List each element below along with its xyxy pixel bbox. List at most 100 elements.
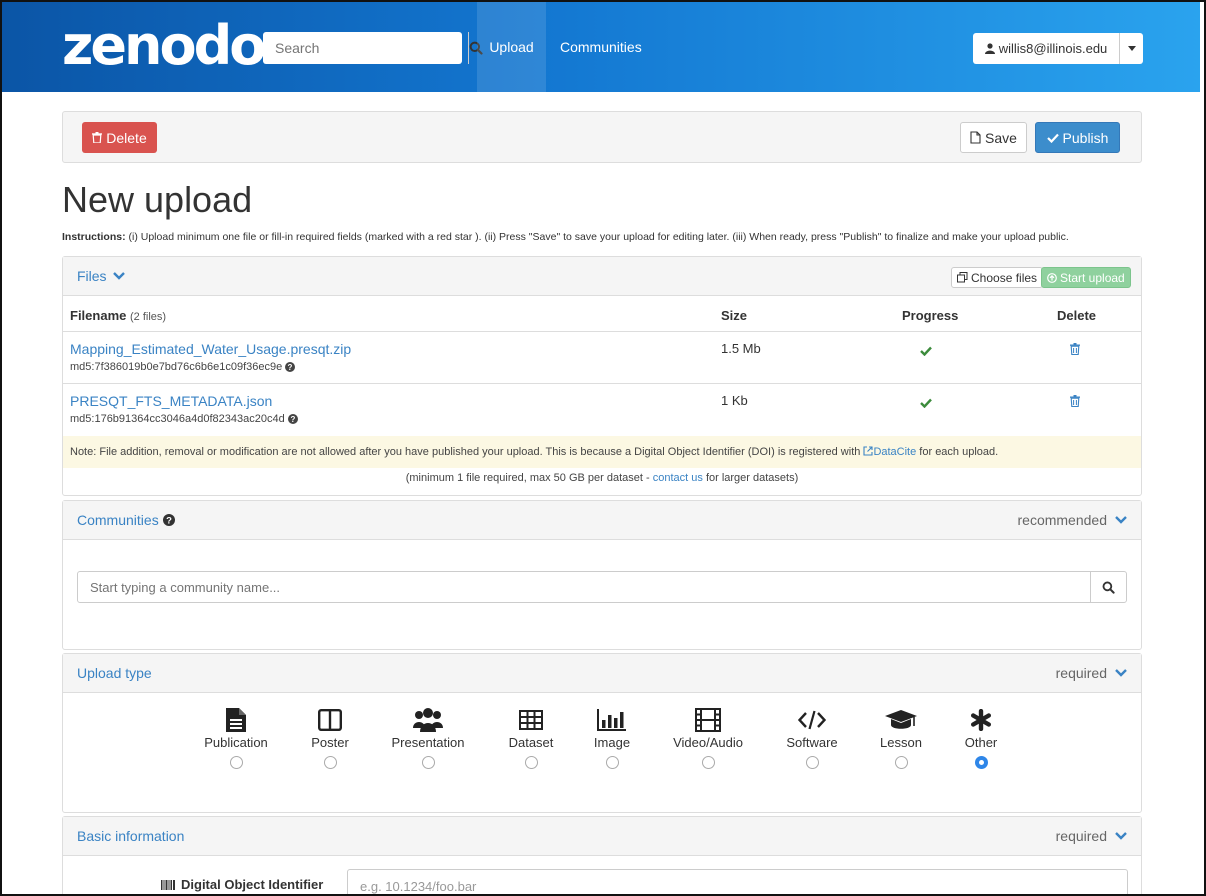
type-option-software[interactable]: Software <box>767 706 857 769</box>
col-filename: Filename (2 files) <box>70 308 166 323</box>
users-icon <box>413 708 443 732</box>
doi-note: Note: File addition, removal or modifica… <box>63 436 1141 468</box>
type-radio[interactable] <box>323 756 337 769</box>
community-search-input[interactable] <box>78 572 1090 602</box>
delete-file-icon[interactable] <box>1070 394 1080 412</box>
user-menu[interactable]: willis8@illinois.edu <box>973 33 1143 64</box>
caret-down-icon <box>1127 46 1136 51</box>
file-name-link[interactable]: PRESQT_FTS_METADATA.json <box>70 393 272 409</box>
contact-us-link[interactable]: contact us <box>653 472 703 484</box>
trash-icon <box>92 132 103 143</box>
type-label: Software <box>786 735 838 750</box>
type-option-presentation[interactable]: Presentation <box>383 706 473 769</box>
publish-label: Publish <box>1062 129 1109 146</box>
type-radio[interactable] <box>805 756 819 769</box>
file-name-link[interactable]: Mapping_Estimated_Water_Usage.presqt.zip <box>70 341 351 357</box>
user-email: willis8@illinois.edu <box>998 41 1108 56</box>
chevron-down-icon <box>112 272 125 280</box>
communities-heading-label: Communities <box>77 512 159 528</box>
type-radio-selected[interactable] <box>974 756 988 769</box>
type-option-dataset[interactable]: Dataset <box>486 706 576 769</box>
communities-status: recommended <box>1017 512 1108 528</box>
type-option-image[interactable]: Image <box>567 706 657 769</box>
type-label: Video/Audio <box>673 735 743 750</box>
type-radio[interactable] <box>701 756 715 769</box>
upload-type-toggle[interactable]: required <box>1056 665 1127 681</box>
choose-files-label: Choose files <box>971 270 1038 285</box>
type-option-video-audio[interactable]: Video/Audio <box>663 706 753 769</box>
divider <box>63 331 1141 332</box>
delete-label: Delete <box>106 129 147 146</box>
type-radio[interactable] <box>421 756 435 769</box>
file-checksum: md5:7f386019b0e7bd76c6b6e1c09f36ec9e ? <box>70 361 296 373</box>
delete-button[interactable]: Delete <box>82 122 157 153</box>
col-delete: Delete <box>1057 308 1097 323</box>
question-circle-icon[interactable]: ? <box>287 414 298 424</box>
graduation-cap-icon <box>885 710 917 729</box>
type-radio[interactable] <box>605 756 619 769</box>
type-option-lesson[interactable]: Lesson <box>856 706 946 769</box>
basic-information-panel-header: Basic information required <box>63 817 1141 856</box>
external-link-icon <box>863 446 873 456</box>
save-button[interactable]: Save <box>960 122 1027 153</box>
code-icon <box>798 710 826 730</box>
user-dropdown-toggle[interactable] <box>1120 33 1143 64</box>
file-md5: md5:176b91364cc3046a4d0f82343ac20c4d <box>70 413 285 425</box>
datacite-link[interactable]: DataCite <box>873 446 916 458</box>
col-progress: Progress <box>902 308 959 323</box>
file-size: 1.5 Mb <box>721 341 761 356</box>
search-box <box>263 32 483 64</box>
file-checksum: md5:176b91364cc3046a4d0f82343ac20c4d ? <box>70 413 298 425</box>
community-search-button[interactable] <box>1090 572 1126 602</box>
nav-upload-link[interactable]: Upload <box>477 2 546 92</box>
barcode-icon <box>161 879 175 890</box>
type-radio[interactable] <box>229 756 243 769</box>
file-icon <box>970 131 981 144</box>
type-radio[interactable] <box>894 756 908 769</box>
type-label: Poster <box>311 735 349 750</box>
type-option-publication[interactable]: Publication <box>191 706 281 769</box>
type-radio[interactable] <box>524 756 538 769</box>
progress-check-icon <box>920 395 932 413</box>
search-input[interactable] <box>263 32 468 64</box>
file-size: 1 Kb <box>721 393 748 408</box>
note-suffix: for each upload. <box>919 446 999 458</box>
upload-type-status: required <box>1055 665 1107 681</box>
svg-text:?: ? <box>290 415 295 424</box>
type-label: Publication <box>204 735 268 750</box>
doi-label-text: Digital Object Identifier <box>181 877 324 892</box>
chevron-down-icon <box>1115 669 1127 677</box>
file-count: (2 files) <box>129 311 167 323</box>
zenodo-logo[interactable]: zenodo <box>62 16 266 76</box>
choose-files-button[interactable]: Choose files <box>951 267 1044 288</box>
action-bar: Delete Save Publish <box>62 111 1142 163</box>
min-prefix: (minimum 1 file required, max 50 GB per … <box>405 472 650 484</box>
upload-type-heading: Upload type <box>77 665 152 681</box>
question-circle-icon[interactable]: ? <box>285 362 296 372</box>
publish-button[interactable]: Publish <box>1035 122 1120 153</box>
upload-circle-icon <box>1047 272 1057 283</box>
nav-communities-link[interactable]: Communities <box>560 2 642 92</box>
progress-check-icon <box>920 343 932 361</box>
type-option-poster[interactable]: Poster <box>285 706 375 769</box>
question-circle-icon[interactable]: ? <box>162 514 175 527</box>
type-option-other[interactable]: Other <box>936 706 1026 769</box>
file-requirements: (minimum 1 file required, max 50 GB per … <box>63 472 1141 484</box>
svg-text:?: ? <box>288 363 293 372</box>
start-upload-button[interactable]: Start upload <box>1041 267 1131 288</box>
type-label: Image <box>593 735 631 750</box>
check-icon <box>1046 133 1059 143</box>
files-toggle[interactable]: Files <box>77 268 125 284</box>
file-text-icon <box>226 708 246 732</box>
communities-toggle[interactable]: recommended <box>1018 512 1128 528</box>
user-button[interactable]: willis8@illinois.edu <box>973 33 1120 64</box>
file-md5: md5:7f386019b0e7bd76c6b6e1c09f36ec9e <box>70 361 283 373</box>
type-label: Dataset <box>508 735 554 750</box>
svg-text:?: ? <box>166 516 172 527</box>
delete-file-icon[interactable] <box>1070 342 1080 360</box>
doi-input[interactable]: e.g. 10.1234/foo.bar <box>347 869 1128 896</box>
col-size: Size <box>721 308 748 323</box>
files-panel-header: Files Choose files Start upload <box>63 257 1141 296</box>
col-filename-label: Filename <box>70 308 127 323</box>
basic-information-toggle[interactable]: required <box>1056 828 1127 844</box>
